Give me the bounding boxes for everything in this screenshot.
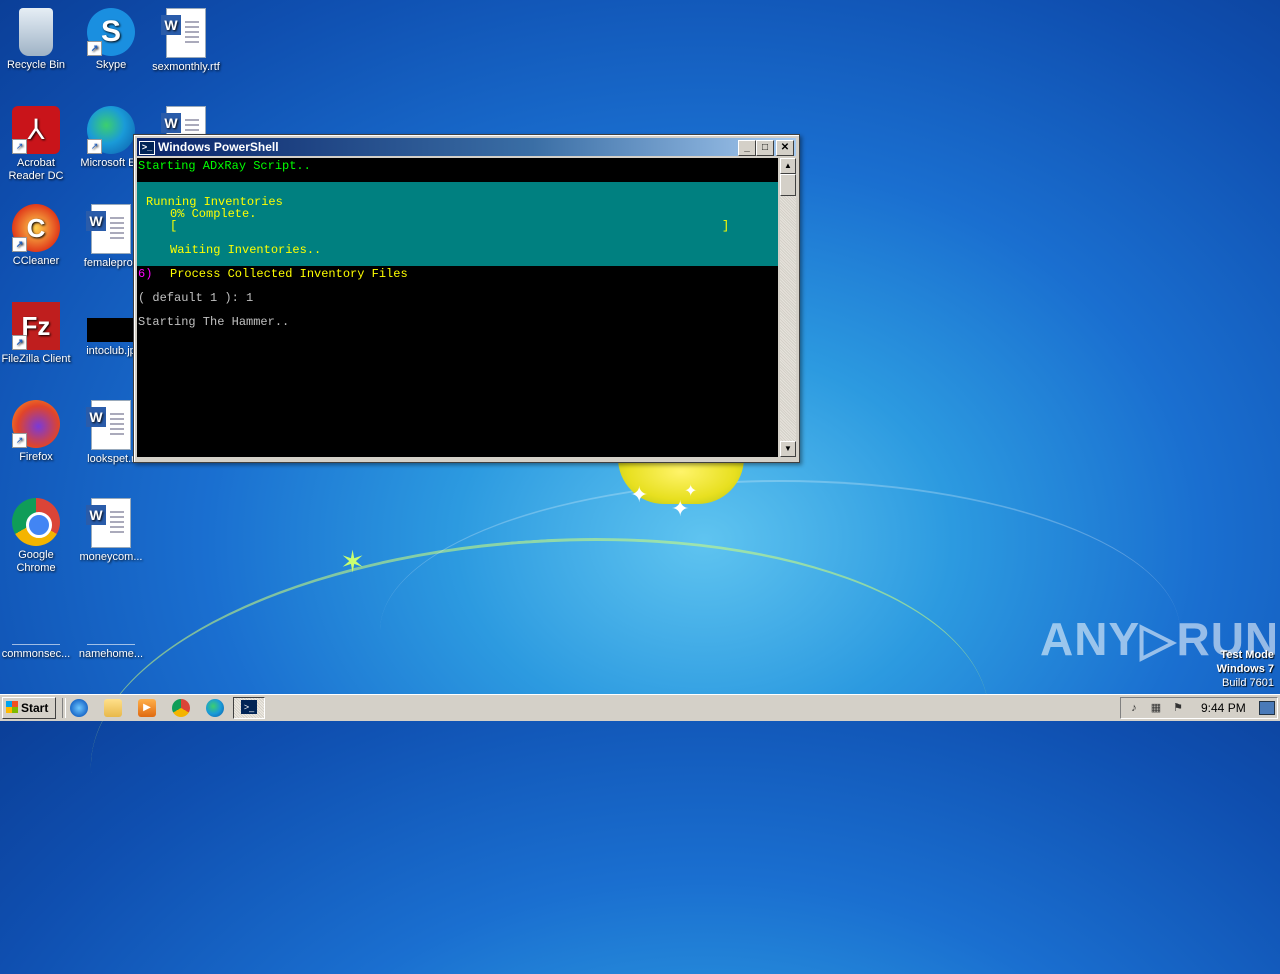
console-output[interactable]: Starting ADxRay Script.. Running Invento…	[137, 158, 778, 457]
system-tray: ♪ ▦ ⚑ 9:44 PM	[1120, 697, 1278, 719]
desktop-icon-sexmonthly[interactable]: sexmonthly.rtf	[148, 8, 224, 74]
vertical-scrollbar[interactable]: ▲ ▼	[780, 158, 796, 457]
desktop-icon-label: Acrobat Reader DC	[8, 157, 64, 182]
shortcut-arrow-icon: ↗	[12, 237, 27, 252]
flag-icon[interactable]: ⚑	[1171, 701, 1185, 715]
shortcut-arrow-icon: ↗	[12, 335, 27, 350]
speaker-icon[interactable]: ♪	[1127, 701, 1141, 715]
media-player-icon[interactable]: ▶	[138, 699, 156, 717]
desktop-icon-commonsec[interactable]: commonsec...	[0, 596, 74, 661]
network-icon[interactable]: ▦	[1149, 701, 1163, 715]
desktop-icon-moneycom[interactable]: moneycom...	[73, 498, 149, 564]
test-mode-notice: Test Mode Windows 7 Build 7601	[1217, 648, 1274, 690]
progress-status: Waiting Inventories..	[170, 243, 322, 257]
filezilla-icon: Fz ↗	[12, 302, 60, 350]
desktop-icon-label: commonsec...	[1, 648, 71, 660]
skype-icon: S ↗	[87, 8, 135, 56]
taskbar-powershell-button[interactable]: >_	[233, 697, 265, 719]
maximize-button[interactable]: □	[756, 140, 774, 156]
close-button[interactable]: ✕	[776, 140, 794, 156]
desktop-icon-ccleaner[interactable]: C ↗ CCleaner	[0, 204, 74, 268]
ccleaner-icon: C ↗	[12, 204, 60, 252]
desktop-icon-label: Skype	[95, 59, 127, 71]
edge-icon[interactable]	[206, 699, 224, 717]
word-doc-icon	[86, 400, 131, 450]
chrome-icon	[12, 498, 60, 546]
folder-icon[interactable]	[104, 699, 122, 717]
shortcut-arrow-icon: ↗	[12, 139, 27, 154]
shortcut-arrow-icon: ↗	[87, 41, 102, 56]
internet-explorer-icon[interactable]	[70, 699, 88, 717]
file-icon	[87, 596, 135, 645]
menu-item-text: Process Collected Inventory Files	[170, 267, 408, 281]
desktop-icon-namehome[interactable]: namehome...	[73, 596, 149, 661]
clock[interactable]: 9:44 PM	[1201, 698, 1246, 718]
word-doc-icon	[86, 498, 131, 548]
shortcut-arrow-icon: ↗	[87, 139, 102, 154]
image-file-icon	[87, 318, 135, 342]
desktop-icon-label: Firefox	[19, 451, 53, 463]
taskbar-separator	[62, 698, 66, 718]
desktop-icon-label: FileZilla Client	[1, 353, 71, 365]
powershell-icon: >_	[241, 700, 257, 714]
sparkle-icon: ✶	[340, 546, 366, 579]
desktop-icon-firefox[interactable]: ↗ Firefox	[0, 400, 74, 464]
shortcut-arrow-icon: ↗	[12, 433, 27, 448]
start-label: Start	[21, 701, 49, 715]
taskbar: Start ▶ >_ ♪ ▦ ⚑ 9:44 PM	[0, 694, 1280, 721]
desktop-icon-recycle-bin[interactable]: Recycle Bin	[0, 8, 74, 72]
desktop-icon-acrobat[interactable]: ⅄ ↗ Acrobat Reader DC	[0, 106, 74, 183]
word-doc-icon	[161, 8, 206, 58]
desktop-icon-label: moneycom...	[79, 551, 143, 563]
sparkle-icon: ✦	[630, 482, 649, 507]
console-line-hammer: Starting The Hammer..	[138, 315, 290, 329]
window-titlebar[interactable]: >_ Windows PowerShell _ □ ✕	[137, 138, 796, 156]
word-doc-icon	[86, 204, 131, 254]
progress-bar-close: ]	[722, 219, 730, 233]
desktop-icon-skype[interactable]: S ↗ Skype	[73, 8, 149, 72]
progress-percent: 0% Complete.	[170, 207, 257, 221]
console-line-starting: Starting ADxRay Script..	[138, 159, 311, 173]
edge-icon: ↗	[87, 106, 135, 154]
firefox-icon: ↗	[12, 400, 60, 448]
chrome-icon[interactable]	[172, 699, 190, 717]
minimize-button[interactable]: _	[738, 140, 756, 156]
progress-panel: Running Inventories 0% Complete. [ ] Wai…	[137, 182, 778, 266]
desktop-icon-label: namehome...	[78, 648, 144, 660]
window-controls: _ □ ✕	[738, 140, 794, 158]
sparkle-icon: ✦	[671, 496, 690, 521]
recycle-bin-icon	[19, 8, 53, 56]
test-mode-line1: Test Mode	[1220, 649, 1274, 661]
desktop-icon-label: CCleaner	[12, 255, 60, 267]
test-mode-line2: Windows 7	[1216, 663, 1274, 675]
scroll-thumb[interactable]	[780, 174, 796, 196]
file-icon	[12, 596, 60, 645]
desktop-icon-label: sexmonthly.rtf	[152, 61, 220, 73]
desktop-icon-label: Recycle Bin	[6, 59, 66, 71]
scroll-down-button[interactable]: ▼	[780, 441, 796, 457]
start-button[interactable]: Start	[2, 697, 56, 719]
progress-bar-open: [	[170, 219, 178, 233]
show-desktop-icon[interactable]	[1259, 701, 1275, 715]
powershell-window[interactable]: >_ Windows PowerShell _ □ ✕ Starting ADxRay…	[133, 134, 800, 463]
scroll-up-button[interactable]: ▲	[780, 158, 796, 174]
test-mode-line3: Build 7601	[1222, 677, 1274, 689]
acrobat-icon: ⅄ ↗	[12, 106, 60, 154]
desktop-icon-filezilla[interactable]: Fz ↗ FileZilla Client	[0, 302, 74, 366]
console-prompt: ( default 1 ): 1	[138, 291, 254, 305]
menu-number: 6)	[138, 267, 153, 281]
windows-logo-icon	[6, 701, 18, 713]
desktop-icon-label: Google Chrome	[16, 549, 56, 574]
window-title: Windows PowerShell	[158, 140, 279, 154]
powershell-icon: >_	[139, 140, 155, 155]
desktop-icon-chrome[interactable]: Google Chrome	[0, 498, 74, 575]
